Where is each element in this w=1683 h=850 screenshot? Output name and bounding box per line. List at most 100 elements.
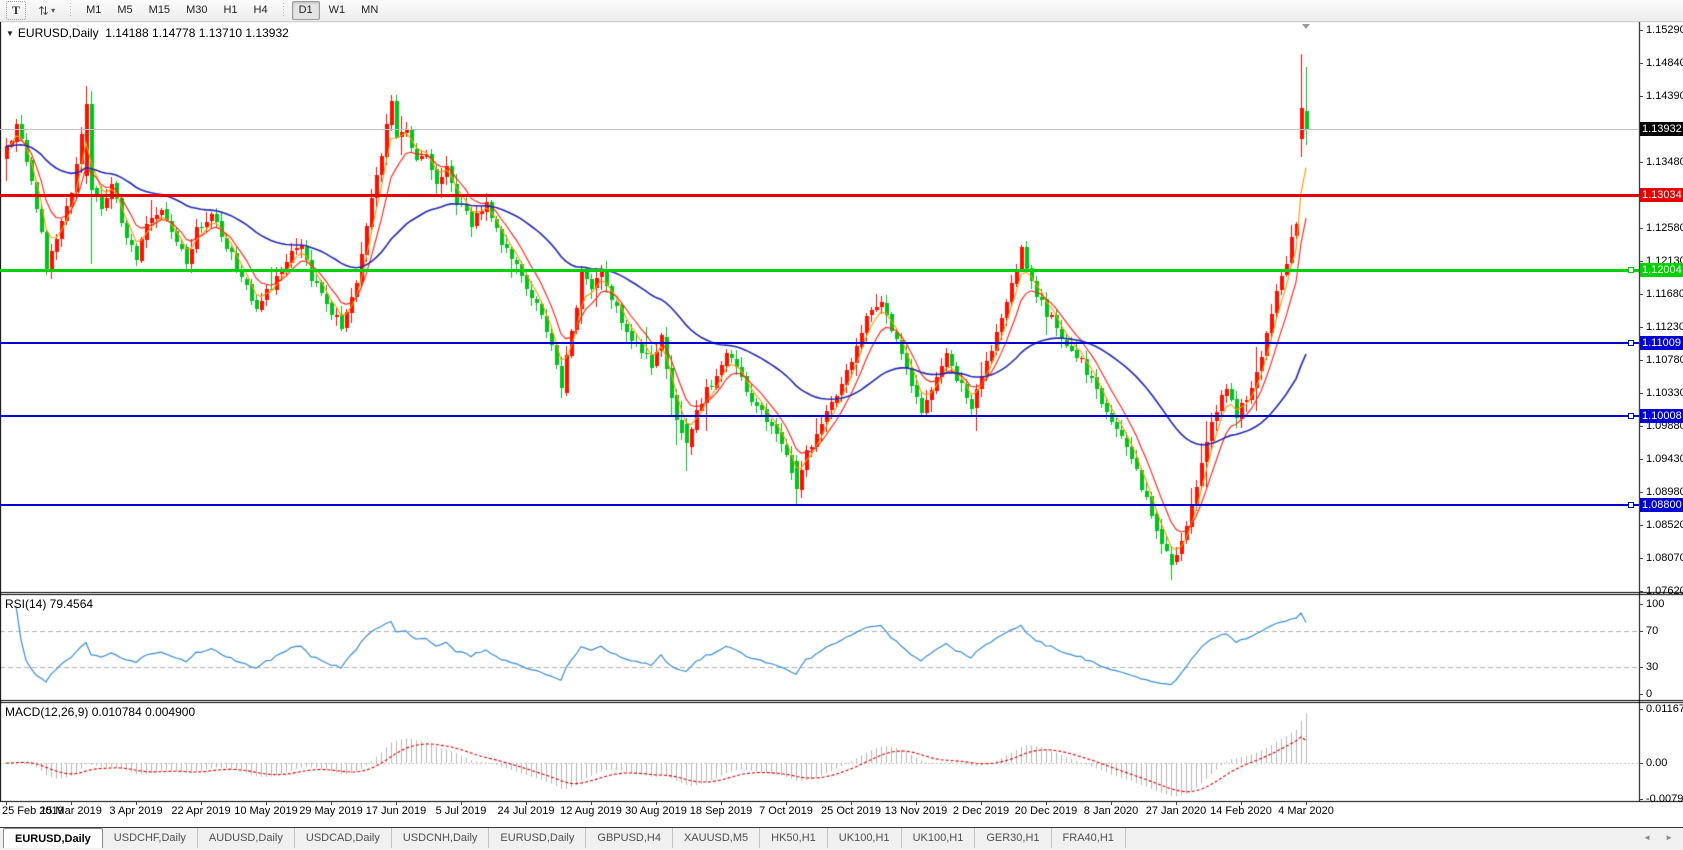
price-tick-dash — [1639, 591, 1643, 592]
macd-tick-dash — [1639, 799, 1643, 800]
toolbar-grip[interactable] — [281, 3, 286, 18]
date-label: 10 May 2019 — [234, 805, 298, 817]
timeframe-button-h1[interactable]: H1 — [216, 1, 244, 20]
tab-scroll-left-icon[interactable]: ◄ — [1643, 828, 1651, 849]
price-tick-dash — [1639, 492, 1643, 493]
rsi-tick-label: 100 — [1646, 598, 1664, 610]
horizontal-line-object[interactable] — [0, 194, 1639, 197]
price-tick-label: 1.07620 — [1646, 585, 1683, 597]
date-tick-dash — [396, 801, 397, 805]
line-edit-handle[interactable] — [1628, 413, 1634, 419]
chart-tab-eurusd-daily[interactable]: EURUSD,Daily — [489, 828, 586, 849]
horizontal-line-object[interactable] — [0, 415, 1639, 417]
price-tick-dash — [1639, 426, 1643, 427]
date-label: 27 Jan 2020 — [1146, 805, 1207, 817]
chart-tab-usdcnh-daily[interactable]: USDCNH,Daily — [392, 828, 490, 849]
date-tick-dash — [461, 801, 462, 805]
chart-tab-eurusd-daily[interactable]: EURUSD,Daily — [3, 828, 103, 849]
price-tick-label: 1.09430 — [1646, 453, 1683, 465]
chart-tab-hk50-h1[interactable]: HK50,H1 — [760, 828, 828, 849]
price-line-badge: 1.10008 — [1640, 409, 1683, 423]
price-tick-label: 1.11680 — [1646, 288, 1683, 300]
price-line-badge: 1.13034 — [1640, 188, 1683, 202]
price-line-badge: 1.08800 — [1640, 498, 1683, 512]
chart-tab-xauusd-m5[interactable]: XAUUSD,M5 — [673, 828, 760, 849]
macd-tick-label: 0.00 — [1646, 757, 1667, 769]
chart-tab-usdchf-daily[interactable]: USDCHF,Daily — [103, 828, 198, 849]
price-tick-label: 1.15290 — [1646, 24, 1683, 36]
price-tick-label: 1.11230 — [1646, 321, 1683, 333]
rsi-tick-dash — [1639, 667, 1643, 668]
rsi-tick-dash — [1639, 604, 1643, 605]
current-price-badge: 1.13932 — [1640, 122, 1683, 136]
date-tick-dash — [136, 801, 137, 805]
timeframe-button-m5[interactable]: M5 — [110, 1, 139, 20]
text-tool-button[interactable]: T — [6, 1, 26, 20]
macd-tick-label: -0.007915 — [1646, 793, 1683, 805]
date-label: 29 May 2019 — [299, 805, 363, 817]
price-tick-label: 1.10780 — [1646, 354, 1683, 366]
price-line-badge: 1.11009 — [1640, 336, 1683, 350]
timeframe-button-m1[interactable]: M1 — [79, 1, 108, 20]
line-edit-handle[interactable] — [1628, 340, 1634, 346]
rsi-tick-label: 30 — [1646, 661, 1658, 673]
date-tick-dash — [1176, 801, 1177, 805]
macd-label: MACD(12,26,9) 0.010784 0.004900 — [5, 705, 195, 719]
chart-tab-fra40-h1[interactable]: FRA40,H1 — [1052, 828, 1126, 849]
price-tick-dash — [1639, 393, 1643, 394]
toolbar-grip[interactable] — [68, 3, 73, 18]
date-tick-dash — [201, 801, 202, 805]
horizontal-line-object[interactable] — [0, 269, 1639, 272]
price-tick-dash — [1639, 63, 1643, 64]
line-edit-handle[interactable] — [1628, 502, 1634, 508]
timeframe-button-w1[interactable]: W1 — [322, 1, 353, 20]
line-edit-handle[interactable] — [1628, 267, 1634, 273]
chart-tab-uk100-h1[interactable]: UK100,H1 — [902, 828, 976, 849]
tab-scrollers: ◄ ► — [1643, 828, 1683, 849]
chart-tab-audusd-daily[interactable]: AUDUSD,Daily — [198, 828, 295, 849]
date-tick-dash — [1046, 801, 1047, 805]
price-tick-dash — [1639, 360, 1643, 361]
price-line-badge: 1.12004 — [1640, 263, 1683, 277]
date-tick-dash — [1111, 801, 1112, 805]
price-tick-label: 1.10330 — [1646, 387, 1683, 399]
cursor-mode-button[interactable]: ⇄ ▾ — [31, 1, 62, 20]
date-label: 4 Mar 2020 — [1278, 805, 1334, 817]
date-label: 13 Nov 2019 — [885, 805, 947, 817]
date-tick-dash — [851, 801, 852, 805]
date-tick-dash — [331, 801, 332, 805]
chart-shift-marker-icon[interactable] — [1302, 24, 1310, 29]
timeframe-button-mn[interactable]: MN — [354, 1, 385, 20]
date-label: 12 Aug 2019 — [560, 805, 622, 817]
chart-tab-uk100-h1[interactable]: UK100,H1 — [828, 828, 902, 849]
price-tick-dash — [1639, 459, 1643, 460]
macd-tick-dash — [1639, 709, 1643, 710]
price-tick-label: 1.14390 — [1646, 90, 1683, 102]
chart-tab-usdcad-daily[interactable]: USDCAD,Daily — [295, 828, 392, 849]
chart-menu-triangle-icon[interactable]: ▼ — [6, 29, 14, 38]
chart-canvas[interactable] — [0, 0, 1683, 828]
rsi-tick-label: 0 — [1646, 688, 1652, 700]
chart-tab-gbpusd-h4[interactable]: GBPUSD,H4 — [586, 828, 673, 849]
timeframe-button-d1[interactable]: D1 — [292, 1, 320, 20]
chevron-down-icon[interactable]: ▾ — [51, 2, 55, 19]
timeframe-button-m30[interactable]: M30 — [179, 1, 214, 20]
chart-ohlc-values: 1.14188 1.14778 1.13710 1.13932 — [105, 26, 289, 40]
rsi-tick-label: 70 — [1646, 625, 1658, 637]
date-tick-dash — [981, 801, 982, 805]
price-tick-dash — [1639, 228, 1643, 229]
timeframe-button-m15[interactable]: M15 — [142, 1, 177, 20]
horizontal-line-object[interactable] — [0, 504, 1639, 506]
price-tick-dash — [1639, 30, 1643, 31]
horizontal-line-object[interactable] — [0, 342, 1639, 344]
macd-tick-label: 0.011675 — [1646, 703, 1683, 715]
date-label: 24 Jul 2019 — [498, 805, 555, 817]
date-label: 30 Aug 2019 — [625, 805, 687, 817]
timeframe-button-h4[interactable]: H4 — [247, 1, 275, 20]
date-tick-dash — [71, 801, 72, 805]
chart-tab-ger30-h1[interactable]: GER30,H1 — [975, 828, 1051, 849]
tab-scroll-right-icon[interactable]: ► — [1665, 828, 1673, 849]
date-tick-dash — [721, 801, 722, 805]
price-tick-dash — [1639, 525, 1643, 526]
text-tool-icon: T — [12, 3, 20, 17]
